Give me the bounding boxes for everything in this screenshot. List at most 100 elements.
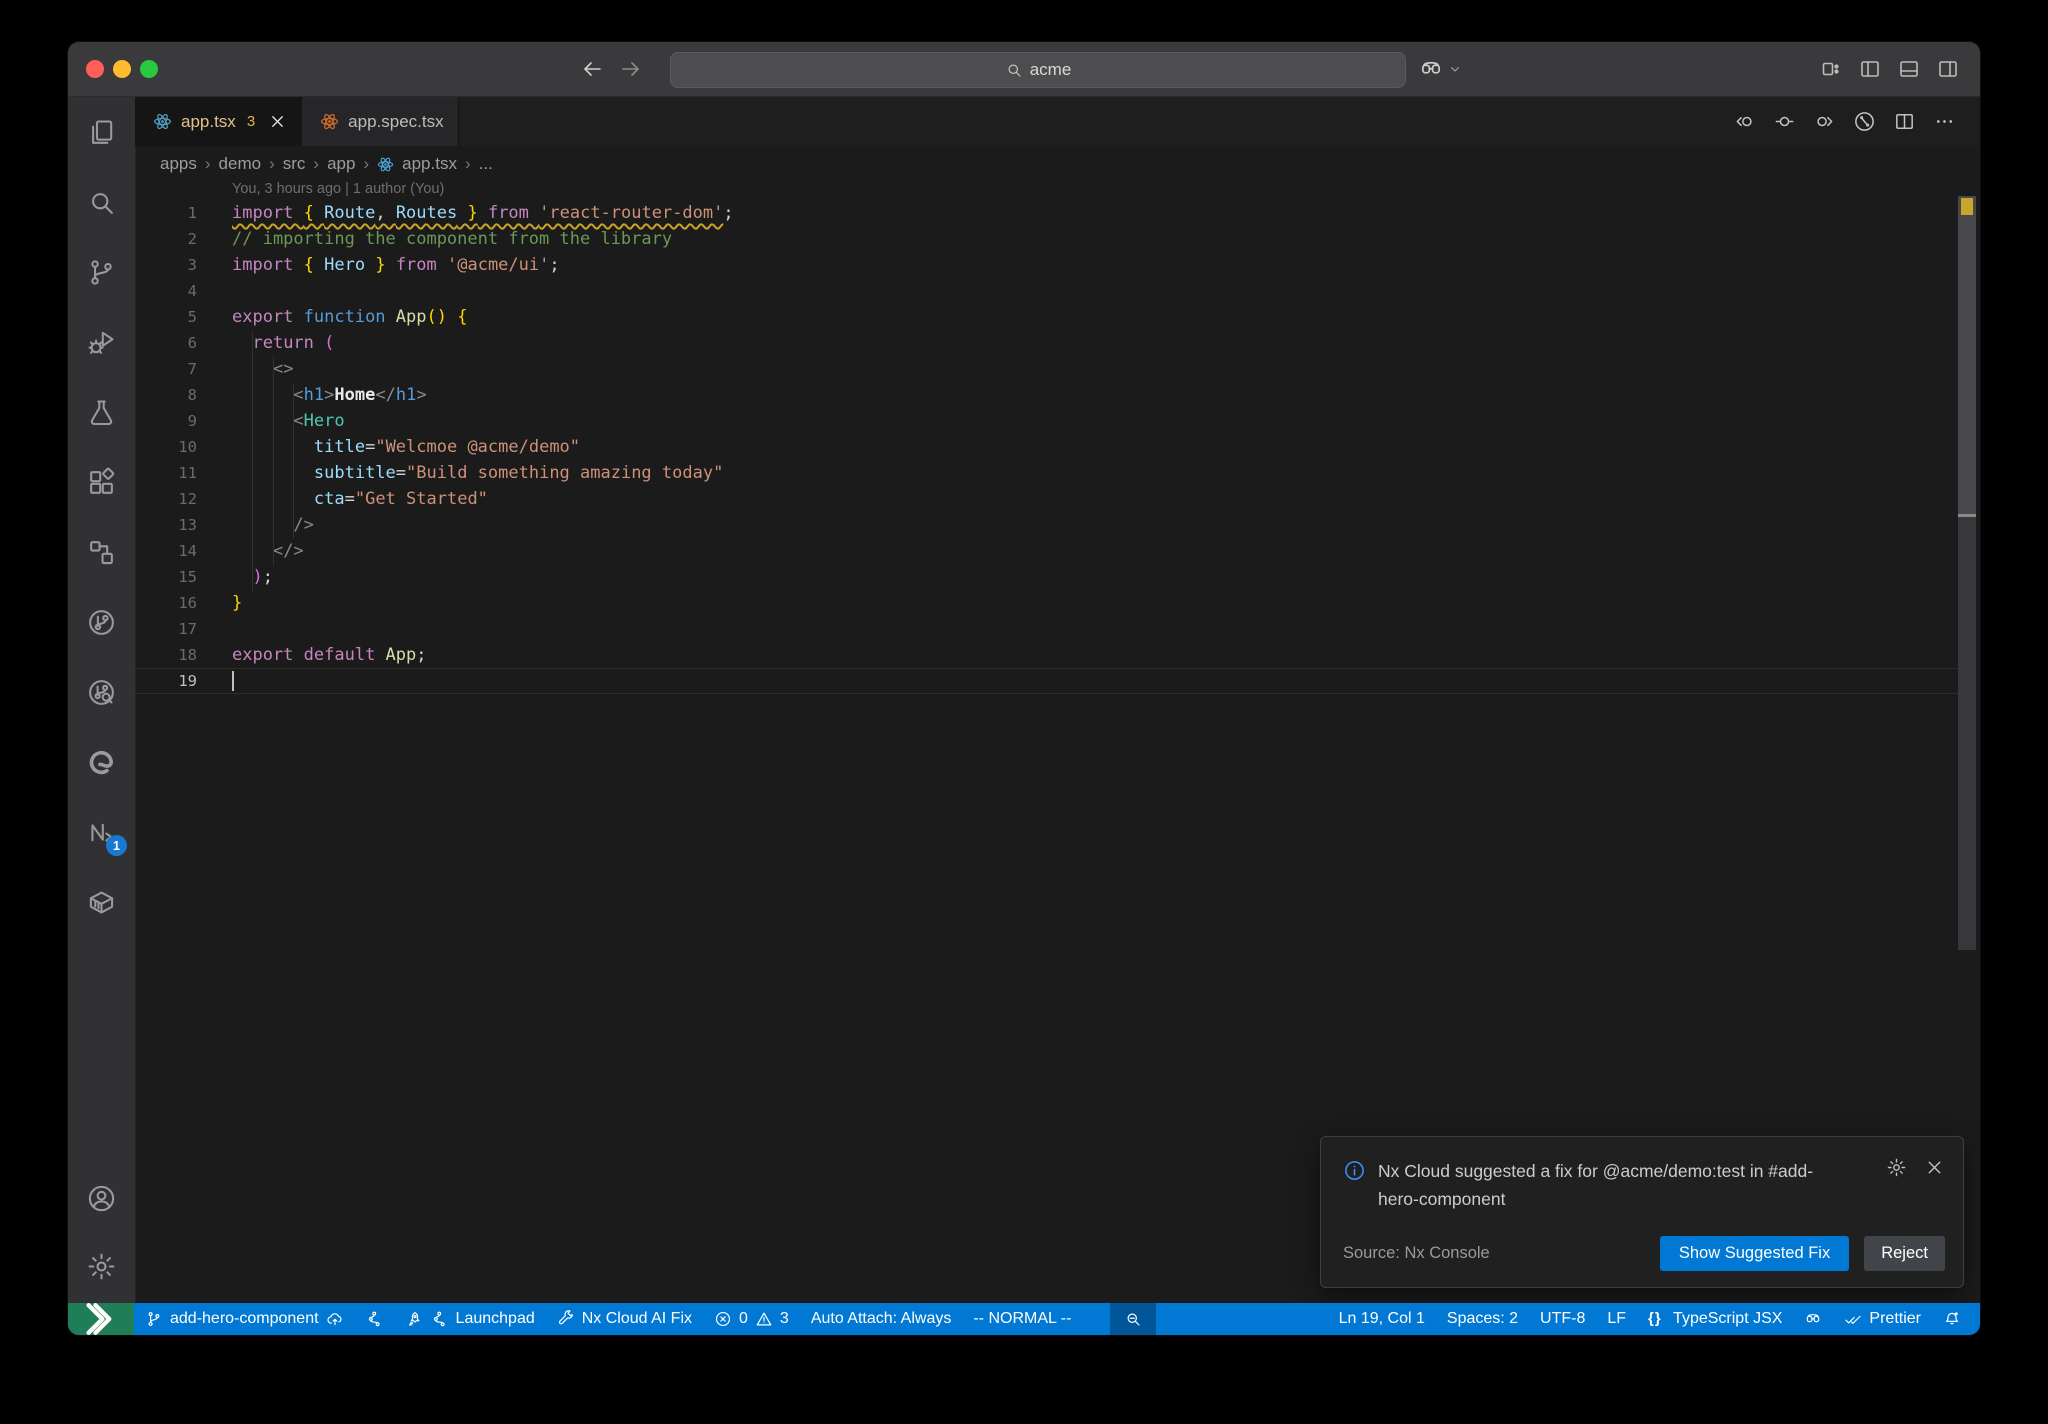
breadcrumb-demo[interactable]: demo xyxy=(219,154,262,174)
auto-attach[interactable]: Auto Attach: Always xyxy=(800,1303,963,1335)
breadcrumb-symbol-more[interactable]: ... xyxy=(479,154,493,174)
prettier[interactable]: Prettier xyxy=(1833,1303,1932,1335)
breadcrumb[interactable]: apps › demo › src › app › app.tsx ›... xyxy=(160,146,493,182)
breadcrumb-file[interactable]: app.tsx xyxy=(402,154,457,174)
line-number[interactable]: 3 xyxy=(135,252,197,278)
notification-close-icon[interactable] xyxy=(1924,1157,1945,1178)
remote-indicator[interactable] xyxy=(68,1303,134,1335)
line-number[interactable]: 13 xyxy=(135,512,197,538)
close-button[interactable] xyxy=(86,60,104,78)
nav-location-icon[interactable] xyxy=(1773,110,1796,133)
breadcrumb-apps[interactable]: apps xyxy=(160,154,197,174)
code-line-8[interactable]: 8 <h1>Home</h1> xyxy=(135,382,1980,408)
code-line-17[interactable]: 17 xyxy=(135,616,1980,642)
code-line-3[interactable]: 3 import { Hero } from '@acme/ui'; xyxy=(135,252,1980,278)
line-number[interactable]: 15 xyxy=(135,564,197,590)
history-forward-icon[interactable] xyxy=(619,57,643,81)
code-line-18[interactable]: 18 export default App; xyxy=(135,642,1980,668)
line-number[interactable]: 1 xyxy=(135,200,197,226)
line-number[interactable]: 17 xyxy=(135,616,197,642)
notification-settings-gear-icon[interactable] xyxy=(1886,1157,1907,1178)
line-number[interactable]: 14 xyxy=(135,538,197,564)
encoding[interactable]: UTF-8 xyxy=(1529,1303,1596,1335)
line-number[interactable]: 5 xyxy=(135,304,197,330)
copilot-status[interactable] xyxy=(1793,1303,1833,1335)
cursor-position[interactable]: Ln 19, Col 1 xyxy=(1328,1303,1436,1335)
activity-settings[interactable] xyxy=(68,1246,135,1286)
language-mode[interactable]: {} TypeScript JSX xyxy=(1637,1303,1793,1335)
minimize-button[interactable] xyxy=(113,60,131,78)
activity-gitlens-inspect[interactable] xyxy=(68,657,135,727)
nav-back-icon[interactable] xyxy=(1733,110,1756,133)
activity-commit-graph[interactable] xyxy=(68,587,135,657)
line-number[interactable]: 4 xyxy=(135,278,197,304)
code-line-11[interactable]: 11 subtitle="Build something amazing tod… xyxy=(135,460,1980,486)
layout-sidebar-left-icon[interactable] xyxy=(1858,57,1882,81)
code-line-5[interactable]: 5 export function App() { xyxy=(135,304,1980,330)
activity-extensions[interactable] xyxy=(68,447,135,517)
tab-app.tsx[interactable]: app.tsx 3 xyxy=(135,97,303,146)
eol[interactable]: LF xyxy=(1596,1303,1637,1335)
line-number[interactable]: 18 xyxy=(135,642,197,668)
nx-cloud-ai-fix[interactable]: Nx Cloud AI Fix xyxy=(546,1303,703,1335)
activity-edge-browser[interactable] xyxy=(68,727,135,797)
activity-search[interactable] xyxy=(68,167,135,237)
layout-sidebar-right-icon[interactable] xyxy=(1936,57,1960,81)
activity-run-and-debug[interactable] xyxy=(68,307,135,377)
code-line-2[interactable]: 2 // importing the component from the lib… xyxy=(135,226,1980,252)
indentation[interactable]: Spaces: 2 xyxy=(1436,1303,1529,1335)
source-control-graph[interactable] xyxy=(355,1303,395,1335)
line-number[interactable]: 11 xyxy=(135,460,197,486)
nav-forward-icon[interactable] xyxy=(1813,110,1836,133)
code-line-10[interactable]: 10 title="Welcmoe @acme/demo" xyxy=(135,434,1980,460)
breadcrumb-app[interactable]: app xyxy=(327,154,355,174)
line-number[interactable]: 16 xyxy=(135,590,197,616)
command-center-search[interactable]: acme xyxy=(670,52,1406,88)
line-number[interactable]: 6 xyxy=(135,330,197,356)
layout-customize-icon[interactable] xyxy=(1819,57,1843,81)
layout-panel-bottom-icon[interactable] xyxy=(1897,57,1921,81)
code-line-6[interactable]: 6 return ( xyxy=(135,330,1980,356)
line-number[interactable]: 8 xyxy=(135,382,197,408)
show-suggested-fix-button[interactable]: Show Suggested Fix xyxy=(1659,1236,1850,1271)
zoom-indicator[interactable] xyxy=(1110,1303,1157,1335)
line-number[interactable]: 9 xyxy=(135,408,197,434)
activity-explorer[interactable] xyxy=(68,97,135,167)
vim-mode[interactable]: -- NORMAL -- xyxy=(962,1303,1082,1335)
split-editor-icon[interactable] xyxy=(1893,110,1916,133)
scrollbar-thumb-lower[interactable] xyxy=(1958,517,1976,950)
code-line-13[interactable]: 13 /> xyxy=(135,512,1980,538)
notifications-bell[interactable] xyxy=(1932,1303,1972,1335)
commit-graph-icon[interactable] xyxy=(1853,110,1876,133)
code-line-16[interactable]: 16} xyxy=(135,590,1980,616)
code-line-12[interactable]: 12 cta="Get Started" xyxy=(135,486,1980,512)
line-number[interactable]: 19 xyxy=(135,668,197,694)
code-line-15[interactable]: 15 ); xyxy=(135,564,1980,590)
activity-testing[interactable] xyxy=(68,377,135,447)
line-number[interactable]: 7 xyxy=(135,356,197,382)
launchpad-item[interactable]: Launchpad xyxy=(395,1303,546,1335)
activity-source-control[interactable] xyxy=(68,237,135,307)
zoom-button[interactable] xyxy=(140,60,158,78)
code-line-14[interactable]: 14 </> xyxy=(135,538,1980,564)
history-back-icon[interactable] xyxy=(580,57,604,81)
more-actions-icon[interactable] xyxy=(1933,110,1956,133)
code-editor[interactable]: 1 import { Route, Routes } from 'react-ro… xyxy=(135,200,1980,694)
activity-nx-console[interactable]: 1 xyxy=(68,797,135,867)
problems-item[interactable]: 03 xyxy=(703,1303,800,1335)
line-number[interactable]: 10 xyxy=(135,434,197,460)
code-line-4[interactable]: 4 xyxy=(135,278,1980,304)
copilot-menu[interactable] xyxy=(1418,56,1463,82)
code-line-9[interactable]: 9 <Hero xyxy=(135,408,1980,434)
scrollbar-thumb[interactable] xyxy=(1958,196,1976,516)
reject-button[interactable]: Reject xyxy=(1864,1236,1945,1271)
code-line-7[interactable]: 7 <> xyxy=(135,356,1980,382)
branch-item[interactable]: add-hero-component xyxy=(134,1303,355,1335)
code-line-19[interactable]: 19 xyxy=(135,668,1980,694)
line-number[interactable]: 2 xyxy=(135,226,197,252)
line-number[interactable]: 12 xyxy=(135,486,197,512)
tab-close-icon[interactable] xyxy=(268,112,287,131)
activity-accounts[interactable] xyxy=(68,1178,135,1218)
activity-project-graph[interactable] xyxy=(68,517,135,587)
tab-app.spec.tsx[interactable]: app.spec.tsx xyxy=(302,97,459,146)
